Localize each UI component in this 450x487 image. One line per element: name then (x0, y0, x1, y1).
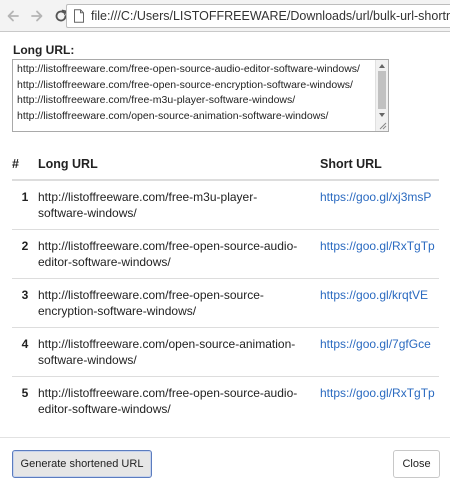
textarea-line: http://listoffreeware.com/free-m3u-playe… (17, 94, 296, 106)
row-number: 3 (12, 278, 38, 328)
page-icon (74, 9, 84, 23)
short-url-link[interactable]: https://goo.gl/xj3msP (320, 190, 431, 204)
long-url-line: http://listoffreeware.com/free-open-sour… (38, 239, 298, 253)
row-short-url: https://goo.gl/7gfGce (319, 327, 439, 377)
close-button[interactable]: Close (393, 450, 440, 478)
textarea-line: http://listoffreeware.com/free-open-sour… (17, 63, 360, 75)
row-number: 1 (21, 190, 29, 204)
row-long-url: http://listoffreeware.com/open-source-an… (38, 327, 319, 377)
row-number: 5 (12, 376, 38, 425)
short-url-link[interactable]: https://goo.gl/krqtVE (320, 288, 428, 302)
table-row: 5 http://listoffreeware.com/free-open-so… (12, 376, 439, 425)
long-url-line: software-windows/ (38, 206, 137, 220)
long-url-line: software-windows/ (38, 353, 137, 367)
table-row: 1 http://listoffreeware.com/free-m3u-pla… (12, 180, 439, 230)
resize-grip-icon[interactable] (377, 120, 387, 130)
forward-button[interactable] (26, 5, 48, 27)
table-row: 4 http://listoffreeware.com/open-source-… (12, 327, 439, 377)
short-url-link[interactable]: https://goo.gl/RxTgTp (320, 239, 435, 253)
row-short-url: https://goo.gl/krqtVE (319, 278, 439, 328)
header-short-url: Short URL (319, 148, 439, 181)
scrollbar-thumb[interactable] (378, 71, 386, 109)
address-bar[interactable]: file:///C:/Users/LISTOFFREEWARE/Download… (66, 4, 450, 28)
scroll-up-icon[interactable] (379, 64, 385, 68)
textarea-line: http://listoffreeware.com/open-source-an… (17, 109, 329, 122)
generate-shortened-url-button[interactable]: Generate shortened URL (12, 450, 152, 478)
short-url-link[interactable]: https://goo.gl/RxTgTp (320, 386, 435, 400)
header-number: # (12, 148, 38, 181)
scroll-down-icon[interactable] (379, 113, 385, 117)
long-url-textarea[interactable]: http://listoffreeware.com/free-open-sour… (12, 59, 389, 132)
modal-footer: Generate shortened URL Close (0, 437, 450, 487)
arrow-right-icon (31, 10, 43, 21)
page-content: Long URL: http://listoffreeware.com/free… (0, 33, 450, 487)
long-url-label: Long URL: (13, 43, 75, 57)
long-url-line: http://listoffreeware.com/free-open-sour… (38, 386, 298, 400)
row-number: 4 (12, 327, 38, 377)
header-long-url: Long URL (38, 148, 319, 181)
table-row: 2 http://listoffreeware.com/free-open-so… (12, 229, 439, 279)
textarea-line: http://listoffreeware.com/free-open-sour… (17, 78, 353, 91)
table-row: 3 http://listoffreeware.com/free-open-so… (12, 278, 439, 328)
row-short-url: https://goo.gl/RxTgTp (319, 376, 439, 425)
address-url: file:///C:/Users/LISTOFFREEWARE/Download… (91, 9, 450, 23)
long-url-line: http://listoffreeware.com/free-m3u-playe… (38, 190, 258, 204)
long-url-line: http://listoffreeware.com/free-open-sour… (38, 288, 264, 302)
row-long-url: http://listoffreeware.com/free-open-sour… (38, 376, 319, 425)
table-header-row: # Long URL Short URL (12, 148, 439, 181)
browser-toolbar: file:///C:/Users/LISTOFFREEWARE/Download… (0, 0, 450, 32)
row-long-url: http://listoffreeware.com/free-m3u-playe… (38, 180, 319, 230)
back-button[interactable] (2, 5, 24, 27)
results-table: # Long URL Short URL 1 http://listoffree… (12, 148, 439, 425)
textarea-content: http://listoffreeware.com/free-open-sour… (17, 62, 377, 124)
row-short-url: https://goo.gl/RxTgTp (319, 229, 439, 279)
long-url-line: http://listoffreeware.com/open-source-an… (38, 337, 296, 351)
long-url-line: editor-software-windows/ (38, 402, 171, 416)
long-url-line: encryption-software-windows/ (38, 304, 197, 318)
row-long-url: http://listoffreeware.com/free-open-sour… (38, 278, 319, 328)
row-short-url: https://goo.gl/xj3msP (319, 180, 439, 230)
long-url-line: editor-software-windows/ (38, 255, 171, 269)
arrow-left-icon (7, 10, 19, 21)
row-number: 2 (12, 229, 38, 279)
short-url-link[interactable]: https://goo.gl/7gfGce (320, 337, 431, 351)
row-long-url: http://listoffreeware.com/free-open-sour… (38, 229, 319, 279)
